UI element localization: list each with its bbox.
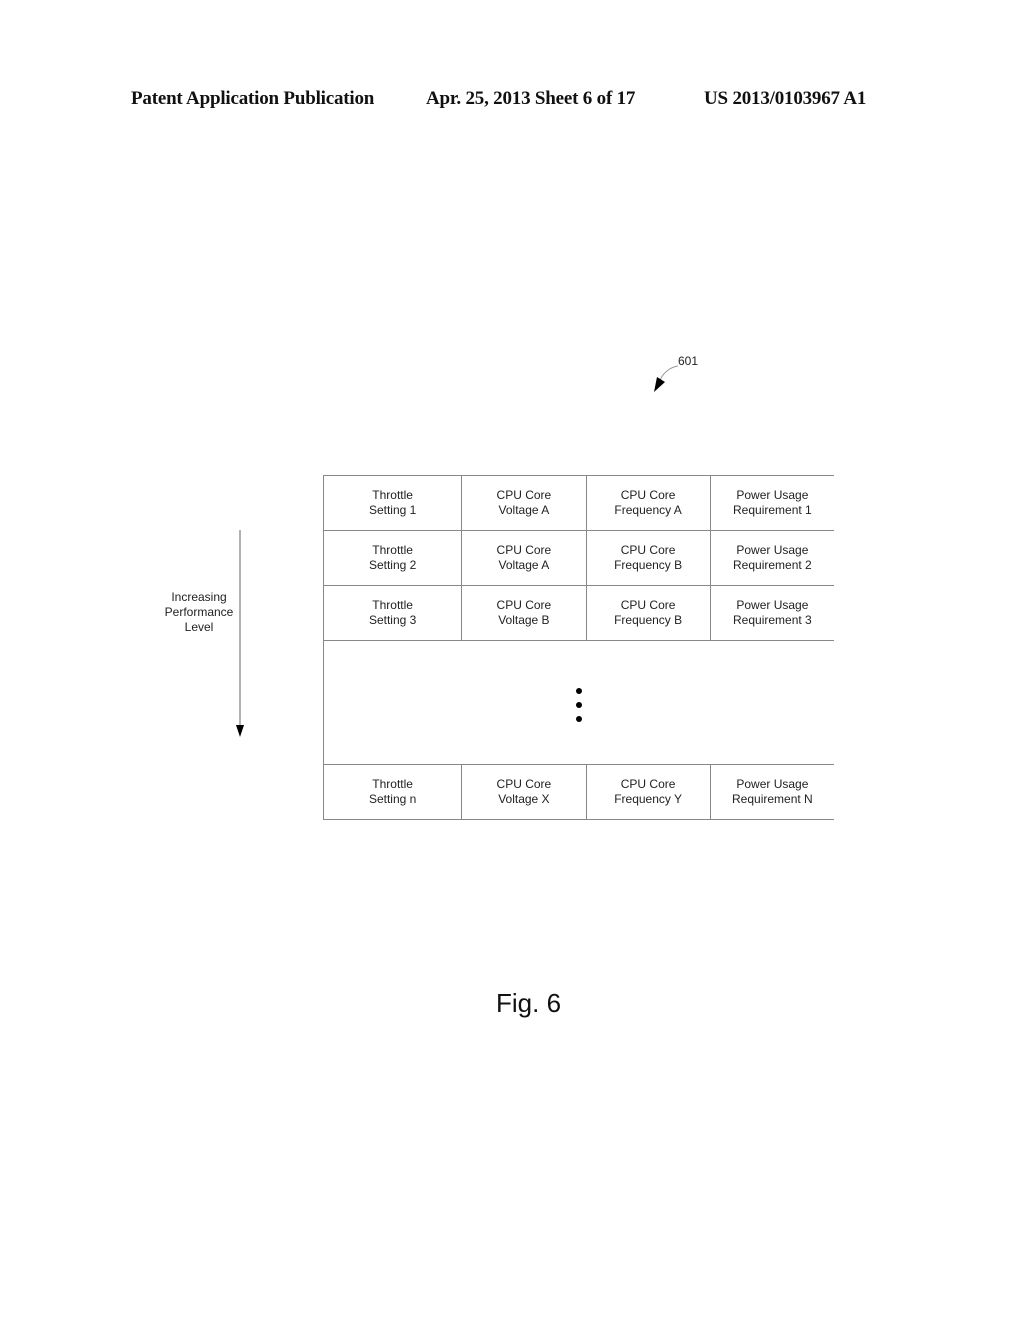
power-usage-cell: Power Usage Requirement 2 [709,530,834,586]
power-usage-cell: Power Usage Requirement 1 [709,475,834,531]
cpu-core-voltage-cell: CPU Core Voltage A [461,475,587,531]
throttle-setting-cell: Throttle Setting 3 [322,585,463,641]
reference-leader-arrow-icon [654,365,679,392]
throttle-setting-cell: Throttle Setting 1 [322,475,463,531]
cpu-core-frequency-cell: CPU Core Frequency Y [585,764,711,820]
throttle-setting-cell: Throttle Setting 2 [322,530,463,586]
publication-title: Patent Application Publication [131,88,375,109]
vertical-ellipsis-icon [576,688,582,722]
table-row: Throttle Setting n CPU Core Voltage X CPU Co… [322,764,834,820]
cpu-core-frequency-cell: CPU Core Frequency A [585,475,711,531]
figure-label: Fig. 6 [496,988,562,1018]
table-row: Throttle Setting 3 CPU Core Voltage B CPU Co… [322,585,834,641]
power-usage-cell: Power Usage Requirement 3 [709,585,834,641]
patent-number: US 2013/0103967 A1 [704,88,867,109]
cpu-core-frequency-cell: CPU Core Frequency B [585,585,711,641]
down-arrow-icon [236,530,244,737]
performance-axis-label: Increasing Performance Level [164,590,234,634]
cpu-core-voltage-cell: CPU Core Voltage A [461,530,587,586]
throttle-settings-table: Throttle Setting 1 CPU Core Voltage A CPU Co… [322,475,834,820]
table-row: Throttle Setting 1 CPU Core Voltage A CPU Co… [322,475,834,531]
cpu-core-frequency-cell: CPU Core Frequency B [585,530,711,586]
table-row: Throttle Setting 2 CPU Core Voltage A CPU Co… [322,530,834,586]
cpu-core-voltage-cell: CPU Core Voltage X [461,764,587,820]
cpu-core-voltage-cell: CPU Core Voltage B [461,585,587,641]
publication-date-sheet: Apr. 25, 2013 Sheet 6 of 17 [426,88,636,109]
power-usage-cell: Power Usage Requirement N [709,764,834,820]
throttle-setting-cell: Throttle Setting n [322,764,463,820]
ellipsis-row [323,640,834,765]
